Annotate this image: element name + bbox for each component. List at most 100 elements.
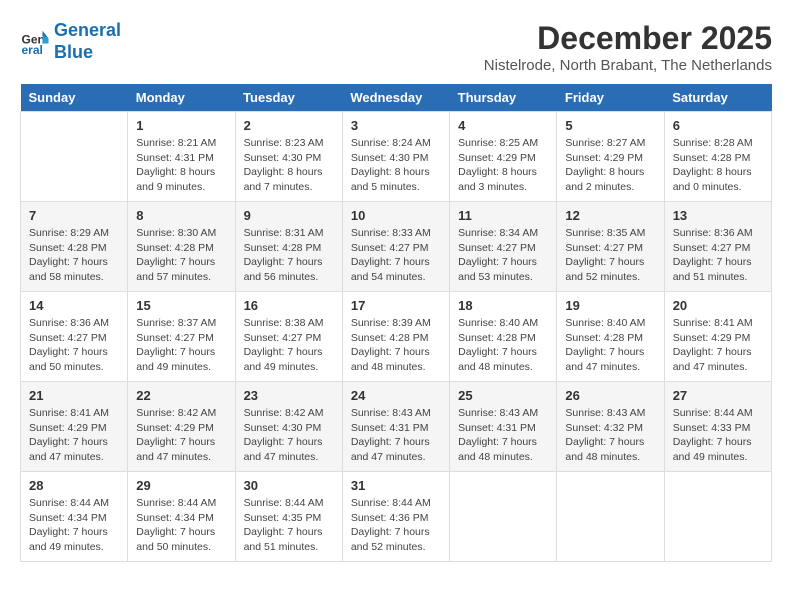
day-info: Sunrise: 8:37 AMSunset: 4:27 PMDaylight:… — [136, 316, 226, 375]
day-number: 19 — [565, 298, 655, 313]
day-number: 24 — [351, 388, 441, 403]
location-subtitle: Nistelrode, North Brabant, The Netherlan… — [484, 57, 772, 74]
day-info: Sunrise: 8:39 AMSunset: 4:28 PMDaylight:… — [351, 316, 441, 375]
day-cell: 2 Sunrise: 8:23 AMSunset: 4:30 PMDaylight… — [235, 112, 342, 202]
day-number: 21 — [29, 388, 119, 403]
day-number: 13 — [673, 208, 763, 223]
day-info: Sunrise: 8:43 AMSunset: 4:32 PMDaylight:… — [565, 406, 655, 465]
day-number: 10 — [351, 208, 441, 223]
day-number: 15 — [136, 298, 226, 313]
day-cell — [21, 112, 128, 202]
day-cell: 18 Sunrise: 8:40 AMSunset: 4:28 PMDayligh… — [450, 292, 557, 382]
day-cell: 23Sunrise: 8:42 AMSunset: 4:30 PMDayligh… — [235, 382, 342, 472]
day-cell: 4 Sunrise: 8:25 AMSunset: 4:29 PMDaylight… — [450, 112, 557, 202]
day-number: 5 — [565, 118, 655, 133]
day-number: 1 — [136, 118, 226, 133]
week-row-5: 28Sunrise: 8:44 AMSunset: 4:34 PMDayligh… — [21, 472, 772, 562]
day-number: 29 — [136, 478, 226, 493]
day-number: 26 — [565, 388, 655, 403]
day-number: 2 — [244, 118, 334, 133]
day-info: Sunrise: 8:42 AMSunset: 4:29 PMDaylight:… — [136, 406, 226, 465]
day-cell: 24 Sunrise: 8:43 AMSunset: 4:31 PMDayligh… — [342, 382, 449, 472]
day-cell: 15 Sunrise: 8:37 AMSunset: 4:27 PMDayligh… — [128, 292, 235, 382]
week-row-4: 21 Sunrise: 8:41 AMSunset: 4:29 PMDayligh… — [21, 382, 772, 472]
page-header: Gen eral General Blue December 2025 Nist… — [20, 20, 772, 74]
day-number: 14 — [29, 298, 119, 313]
week-row-3: 14Sunrise: 8:36 AMSunset: 4:27 PMDayligh… — [21, 292, 772, 382]
day-info: Sunrise: 8:40 AMSunset: 4:28 PMDaylight:… — [458, 316, 548, 375]
header-thursday: Thursday — [450, 84, 557, 112]
day-cell: 5Sunrise: 8:27 AMSunset: 4:29 PMDaylight… — [557, 112, 664, 202]
day-cell — [450, 472, 557, 562]
day-info: Sunrise: 8:44 AMSunset: 4:33 PMDaylight:… — [673, 406, 763, 465]
day-info: Sunrise: 8:41 AMSunset: 4:29 PMDaylight:… — [29, 406, 119, 465]
logo-icon: Gen eral — [20, 27, 50, 57]
day-info: Sunrise: 8:24 AMSunset: 4:30 PMDaylight:… — [351, 136, 441, 195]
month-title: December 2025 — [484, 20, 772, 57]
day-cell: 20Sunrise: 8:41 AMSunset: 4:29 PMDayligh… — [664, 292, 771, 382]
day-info: Sunrise: 8:33 AMSunset: 4:27 PMDaylight:… — [351, 226, 441, 285]
day-number: 27 — [673, 388, 763, 403]
day-number: 17 — [351, 298, 441, 313]
day-cell: 8Sunrise: 8:30 AMSunset: 4:28 PMDaylight… — [128, 202, 235, 292]
day-info: Sunrise: 8:43 AMSunset: 4:31 PMDaylight:… — [458, 406, 548, 465]
logo-text-line2: Blue — [54, 42, 121, 64]
day-info: Sunrise: 8:34 AMSunset: 4:27 PMDaylight:… — [458, 226, 548, 285]
day-info: Sunrise: 8:40 AMSunset: 4:28 PMDaylight:… — [565, 316, 655, 375]
day-number: 8 — [136, 208, 226, 223]
header-wednesday: Wednesday — [342, 84, 449, 112]
day-cell: 28Sunrise: 8:44 AMSunset: 4:34 PMDayligh… — [21, 472, 128, 562]
day-cell: 14Sunrise: 8:36 AMSunset: 4:27 PMDayligh… — [21, 292, 128, 382]
day-info: Sunrise: 8:23 AMSunset: 4:30 PMDaylight:… — [244, 136, 334, 195]
day-cell: 13 Sunrise: 8:36 AMSunset: 4:27 PMDayligh… — [664, 202, 771, 292]
day-number: 22 — [136, 388, 226, 403]
weekday-header-row: SundayMondayTuesdayWednesdayThursdayFrid… — [21, 84, 772, 112]
day-cell: 12Sunrise: 8:35 AMSunset: 4:27 PMDayligh… — [557, 202, 664, 292]
day-cell: 27 Sunrise: 8:44 AMSunset: 4:33 PMDayligh… — [664, 382, 771, 472]
title-block: December 2025 Nistelrode, North Brabant,… — [484, 20, 772, 74]
day-number: 20 — [673, 298, 763, 313]
day-number: 6 — [673, 118, 763, 133]
day-cell: 6 Sunrise: 8:28 AMSunset: 4:28 PMDaylight… — [664, 112, 771, 202]
day-cell: 17 Sunrise: 8:39 AMSunset: 4:28 PMDayligh… — [342, 292, 449, 382]
day-cell: 25 Sunrise: 8:43 AMSunset: 4:31 PMDayligh… — [450, 382, 557, 472]
day-cell: 3 Sunrise: 8:24 AMSunset: 4:30 PMDaylight… — [342, 112, 449, 202]
day-info: Sunrise: 8:35 AMSunset: 4:27 PMDaylight:… — [565, 226, 655, 285]
day-cell: 31Sunrise: 8:44 AMSunset: 4:36 PMDayligh… — [342, 472, 449, 562]
day-cell: 7 Sunrise: 8:29 AMSunset: 4:28 PMDaylight… — [21, 202, 128, 292]
day-cell: 11Sunrise: 8:34 AMSunset: 4:27 PMDayligh… — [450, 202, 557, 292]
day-number: 4 — [458, 118, 548, 133]
day-info: Sunrise: 8:31 AMSunset: 4:28 PMDaylight:… — [244, 226, 334, 285]
header-tuesday: Tuesday — [235, 84, 342, 112]
day-number: 7 — [29, 208, 119, 223]
day-info: Sunrise: 8:28 AMSunset: 4:28 PMDaylight:… — [673, 136, 763, 195]
day-cell: 29Sunrise: 8:44 AMSunset: 4:34 PMDayligh… — [128, 472, 235, 562]
header-monday: Monday — [128, 84, 235, 112]
day-info: Sunrise: 8:44 AMSunset: 4:36 PMDaylight:… — [351, 496, 441, 555]
day-cell: 22 Sunrise: 8:42 AMSunset: 4:29 PMDayligh… — [128, 382, 235, 472]
day-cell: 16Sunrise: 8:38 AMSunset: 4:27 PMDayligh… — [235, 292, 342, 382]
day-cell: 9 Sunrise: 8:31 AMSunset: 4:28 PMDaylight… — [235, 202, 342, 292]
day-number: 3 — [351, 118, 441, 133]
day-number: 16 — [244, 298, 334, 313]
day-info: Sunrise: 8:43 AMSunset: 4:31 PMDaylight:… — [351, 406, 441, 465]
day-info: Sunrise: 8:21 AMSunset: 4:31 PMDaylight:… — [136, 136, 226, 195]
day-info: Sunrise: 8:29 AMSunset: 4:28 PMDaylight:… — [29, 226, 119, 285]
day-cell: 21 Sunrise: 8:41 AMSunset: 4:29 PMDayligh… — [21, 382, 128, 472]
day-cell — [664, 472, 771, 562]
calendar-table: SundayMondayTuesdayWednesdayThursdayFrid… — [20, 84, 772, 562]
logo: Gen eral General Blue — [20, 20, 121, 63]
day-number: 30 — [244, 478, 334, 493]
day-info: Sunrise: 8:25 AMSunset: 4:29 PMDaylight:… — [458, 136, 548, 195]
svg-text:eral: eral — [22, 43, 43, 57]
header-saturday: Saturday — [664, 84, 771, 112]
header-sunday: Sunday — [21, 84, 128, 112]
logo-text-line1: General — [54, 20, 121, 42]
day-number: 23 — [244, 388, 334, 403]
week-row-2: 7 Sunrise: 8:29 AMSunset: 4:28 PMDaylight… — [21, 202, 772, 292]
day-info: Sunrise: 8:36 AMSunset: 4:27 PMDaylight:… — [673, 226, 763, 285]
day-number: 9 — [244, 208, 334, 223]
day-number: 18 — [458, 298, 548, 313]
day-number: 25 — [458, 388, 548, 403]
day-cell — [557, 472, 664, 562]
